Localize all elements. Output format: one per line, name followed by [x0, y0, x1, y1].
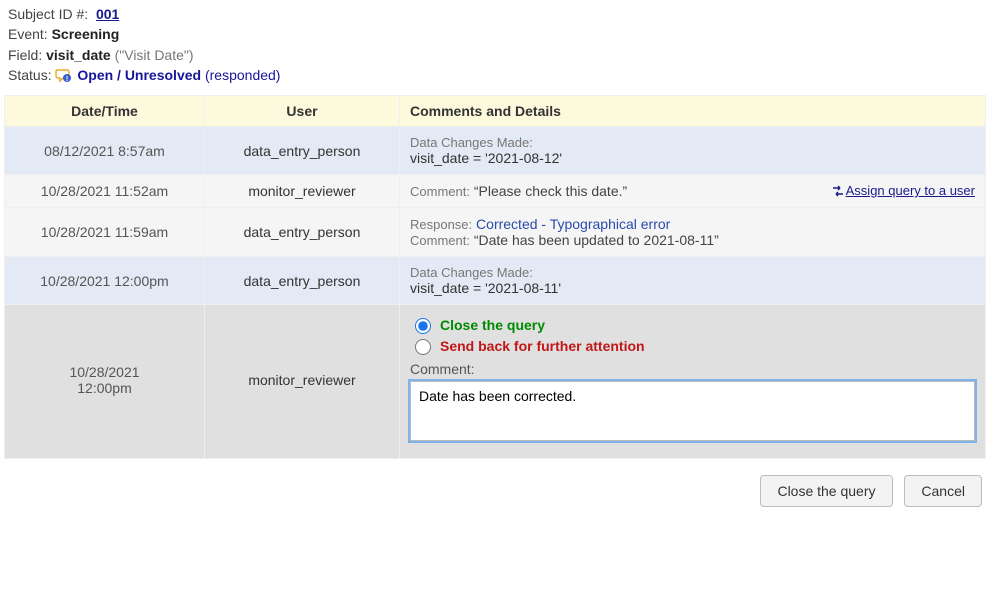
subject-id-label: Subject ID #: [8, 6, 88, 22]
data-changes-value: visit_date = '2021-08-12' [410, 150, 975, 166]
cell-datetime: 10/28/2021 12:00pm [5, 257, 205, 305]
cell-user: data_entry_person [205, 208, 400, 257]
status-label: Status: [8, 67, 52, 83]
comment-text: “Please check this date.” [474, 183, 627, 199]
comment-text: “Date has been updated to 2021-08-11” [474, 232, 719, 248]
close-query-button[interactable]: Close the query [760, 475, 892, 507]
query-log-table: Date/Time User Comments and Details 08/1… [4, 95, 986, 459]
option-close-query[interactable]: Close the query [410, 315, 975, 334]
option-send-back-label: Send back for further attention [440, 338, 645, 354]
comment-label: Comment: [410, 184, 470, 199]
event-label: Event: [8, 26, 48, 42]
table-row: 10/28/2021 11:52am monitor_reviewer Assi… [5, 175, 986, 208]
table-row: 08/12/2021 8:57am data_entry_person Data… [5, 127, 986, 175]
radio-close-query[interactable] [415, 318, 431, 334]
option-send-back[interactable]: Send back for further attention [410, 336, 975, 355]
svg-text:!: ! [66, 76, 68, 83]
col-header-user: User [205, 96, 400, 127]
query-status-icon: ! [55, 67, 71, 83]
table-row: 10/28/2021 12:00pm data_entry_person Dat… [5, 257, 986, 305]
cancel-button[interactable]: Cancel [904, 475, 982, 507]
table-row: 10/28/2021 11:59am data_entry_person Res… [5, 208, 986, 257]
status-value: Open / Unresolved [77, 67, 201, 83]
response-text: Corrected - Typographical error [476, 216, 670, 232]
cell-datetime: 10/28/2021 11:52am [5, 175, 205, 208]
cell-datetime: 10/28/2021 12:00pm [5, 305, 205, 459]
assign-query-link[interactable]: Assign query to a user [832, 183, 975, 198]
cell-user: monitor_reviewer [205, 305, 400, 459]
data-changes-value: visit_date = '2021-08-11' [410, 280, 975, 296]
button-bar: Close the query Cancel [4, 475, 986, 507]
field-display: ("Visit Date") [115, 47, 194, 63]
response-label: Response: [410, 217, 472, 232]
cell-datetime: 10/28/2021 11:59am [5, 208, 205, 257]
event-value: Screening [52, 26, 120, 42]
col-header-comments: Comments and Details [400, 96, 986, 127]
option-close-query-label: Close the query [440, 317, 545, 333]
cell-user: monitor_reviewer [205, 175, 400, 208]
col-header-datetime: Date/Time [5, 96, 205, 127]
data-changes-label: Data Changes Made: [410, 135, 975, 150]
subject-id-link[interactable]: 001 [96, 6, 119, 22]
status-extra: (responded) [205, 67, 281, 83]
data-changes-label: Data Changes Made: [410, 265, 975, 280]
cell-user: data_entry_person [205, 127, 400, 175]
comment-label: Comment: [410, 233, 470, 248]
radio-send-back[interactable] [415, 339, 431, 355]
field-name: visit_date [46, 47, 111, 63]
table-row-input: 10/28/2021 12:00pm monitor_reviewer Clos… [5, 305, 986, 459]
cell-datetime: 08/12/2021 8:57am [5, 127, 205, 175]
query-header: Subject ID #: 001 Event: Screening Field… [8, 4, 986, 85]
comment-input-label: Comment: [410, 361, 975, 377]
cell-user: data_entry_person [205, 257, 400, 305]
field-label: Field: [8, 47, 42, 63]
comment-textarea[interactable] [410, 381, 975, 441]
